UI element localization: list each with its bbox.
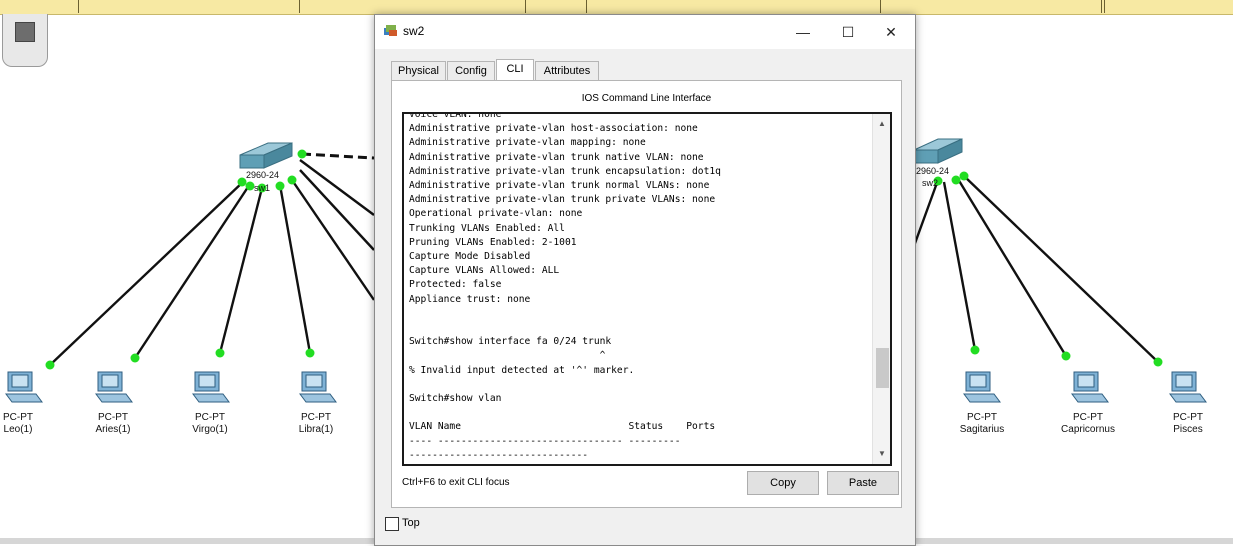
link-sw1-hidden-a	[291, 179, 375, 301]
scroll-up-arrow-icon[interactable]: ▲	[873, 116, 890, 132]
link-sw1-libra	[278, 184, 312, 354]
minimize-button[interactable]: —	[781, 19, 825, 45]
switch-sw2-label[interactable]: sw2	[922, 178, 938, 188]
cli-panel: IOS Command Line Interface Voice VLAN: n…	[391, 80, 902, 508]
scroll-down-arrow-icon[interactable]: ▼	[873, 446, 890, 462]
tab-attributes[interactable]: Attributes	[535, 61, 599, 81]
terminal-output[interactable]: Voice VLAN: none Administrative private-…	[409, 114, 869, 463]
pc-type: PC-PT	[967, 412, 997, 423]
tab-physical[interactable]: Physical	[391, 61, 446, 81]
device-dialog: sw2 — ☐ ✕ Physical Config CLI Attributes…	[374, 14, 916, 546]
terminal-scrollbar[interactable]: ▲ ▼	[872, 114, 890, 464]
device-app-icon	[384, 25, 397, 36]
switch-sw2-icon	[913, 138, 963, 164]
dialog-titlebar[interactable]: sw2 — ☐ ✕	[375, 15, 915, 49]
pc-name: Libra(1)	[298, 424, 334, 435]
pc-name: Leo(1)	[3, 424, 33, 435]
link-sw2-pisces	[963, 175, 1159, 363]
link-sw2-hidden	[912, 179, 940, 247]
cli-terminal[interactable]: Voice VLAN: none Administrative private-…	[402, 112, 892, 466]
pc-type: PC-PT	[301, 412, 331, 423]
link-sw2-sagitarius	[942, 181, 977, 351]
top-checkbox[interactable]	[385, 517, 399, 531]
link-sw1-sw2-trunk	[301, 152, 375, 160]
pc-name: Pisces	[1173, 424, 1203, 435]
tab-config[interactable]: Config	[447, 61, 495, 81]
pc-type: PC-PT	[1072, 412, 1103, 423]
switch-sw2-model: 2960-24	[916, 166, 950, 176]
link-sw2-capricornus	[956, 178, 1068, 357]
maximize-button[interactable]: ☐	[826, 19, 870, 45]
pc-pisces[interactable]: PC-PT Pisces	[1173, 412, 1203, 436]
switch-sw1-model: 2960-24	[246, 170, 280, 180]
switch-sw1-icon	[239, 142, 293, 169]
pc-name: Capricornus	[1061, 424, 1115, 435]
pc-name: Sagitarius	[959, 424, 1005, 435]
cli-focus-hint: Ctrl+F6 to exit CLI focus	[402, 477, 510, 488]
pc-type: PC-PT	[194, 412, 225, 423]
scroll-thumb[interactable]	[876, 348, 889, 388]
pc-name: Aries(1)	[95, 424, 131, 435]
pc-type: PC-PT	[1173, 412, 1203, 423]
link-sw1-virgo	[218, 187, 264, 354]
pc-name: Virgo(1)	[192, 424, 228, 435]
pc-aries[interactable]: PC-PT Aries(1)	[95, 412, 130, 436]
link-sw1-leo	[49, 180, 245, 366]
paste-button[interactable]: Paste	[827, 471, 899, 495]
pc-capricornus[interactable]: PC-PT Capricornus	[1061, 412, 1115, 436]
switch-sw1-label[interactable]: sw1	[254, 183, 270, 193]
dialog-title: sw2	[403, 24, 425, 38]
pc-sagitarius[interactable]: PC-PT Sagitarius	[960, 412, 1004, 436]
top-checkbox-label: Top	[402, 517, 420, 529]
cli-heading: IOS Command Line Interface	[581, 93, 712, 104]
pc-virgo[interactable]: PC-PT Virgo(1)	[192, 412, 227, 436]
copy-button[interactable]: Copy	[747, 471, 819, 495]
pc-type: PC-PT	[97, 412, 128, 423]
pc-leo[interactable]: PC-PT Leo(1)	[3, 412, 33, 436]
close-button[interactable]: ✕	[869, 19, 913, 45]
pc-type: PC-PT	[3, 412, 33, 423]
link-sw1-aries	[133, 183, 252, 359]
tab-cli[interactable]: CLI	[496, 59, 534, 81]
pc-libra[interactable]: PC-PT Libra(1)	[299, 412, 333, 436]
